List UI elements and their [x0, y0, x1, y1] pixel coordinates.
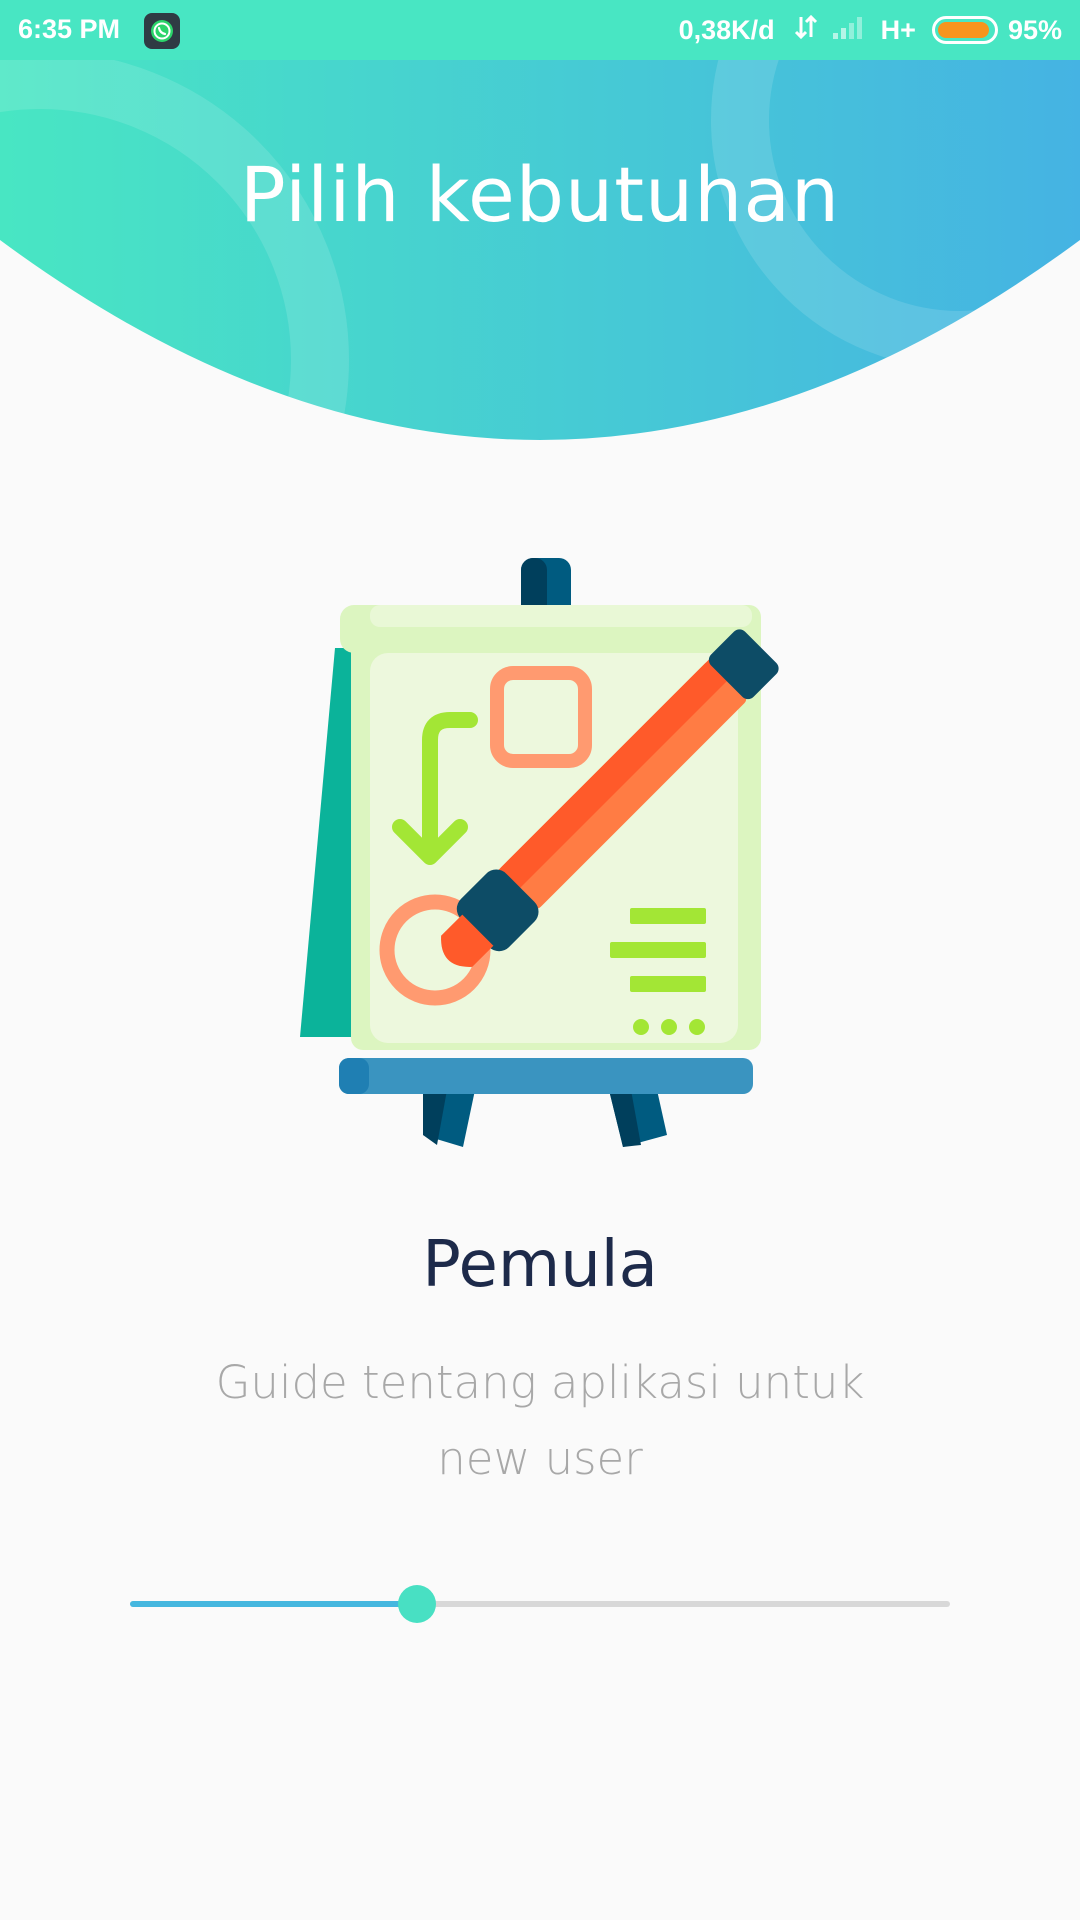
status-bar: 6:35 PM 0,38K/d H+ 95% — [0, 0, 1080, 60]
slider-fill — [130, 1601, 417, 1607]
whatsapp-icon — [144, 13, 180, 49]
status-time: 6:35 PM — [18, 14, 121, 44]
battery-icon — [931, 16, 998, 44]
progress-slider[interactable] — [130, 1584, 950, 1624]
page-title: Pilih kebutuhan — [239, 150, 841, 239]
status-right-group: 0,38K/d H+ 95% — [679, 12, 1062, 48]
data-transfer-icon — [793, 13, 819, 48]
net-speed: 0,38K/d — [678, 14, 775, 45]
presentation-easel-marker-icon — [300, 558, 779, 1147]
battery-percent: 95% — [1007, 14, 1062, 45]
signal-icon — [831, 13, 869, 48]
battery-fill — [937, 22, 990, 38]
onboarding-screen: 6:35 PM 0,38K/d H+ 95% Pilih kebutuhan P… — [0, 0, 1080, 1920]
card-title: Pemula — [422, 1228, 658, 1302]
slider-thumb[interactable] — [398, 1585, 436, 1623]
card-description: Guide tentang aplikasi untuk new user — [215, 1356, 865, 1485]
network-type: H+ — [880, 14, 916, 45]
